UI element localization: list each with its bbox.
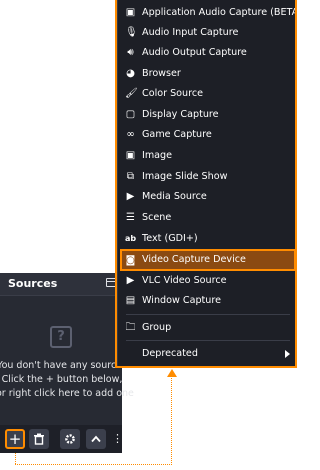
menu-item-image[interactable]: ▣ Image	[120, 146, 296, 166]
slideshow-icon: ⧉	[126, 171, 135, 182]
menu-item-label: Application Audio Capture (BETA)	[142, 7, 302, 18]
camera-icon: ◙	[125, 255, 136, 266]
empty-line: or right click here to add one	[0, 388, 134, 399]
menu-item-label: Audio Output Capture	[142, 47, 247, 58]
menu-item-window-capture[interactable]: ▤ Window Capture	[120, 291, 296, 311]
menu-item-audio-input-capture[interactable]: 🎙︎ Audio Input Capture	[120, 23, 296, 43]
chevron-up-icon	[91, 435, 101, 443]
menu-item-label: Media Source	[142, 191, 207, 202]
gear-icon	[65, 434, 75, 444]
submenu-arrow-icon	[285, 350, 290, 358]
connector-line	[15, 453, 16, 464]
arrow-up-icon	[167, 369, 177, 377]
more-options-button[interactable]: ⋮	[112, 429, 123, 449]
remove-source-button[interactable]	[29, 429, 49, 449]
image-icon: ▣	[125, 150, 136, 161]
gamepad-icon: ∞	[126, 129, 135, 140]
menu-separator	[126, 340, 290, 341]
menu-item-display-capture[interactable]: ▢ Display Capture	[120, 105, 296, 125]
menu-item-audio-output-capture[interactable]: 🔊︎ Audio Output Capture	[120, 43, 296, 63]
question-icon: ?	[50, 326, 72, 348]
dock-header: Sources	[0, 273, 122, 296]
menu-item-image-slide-show[interactable]: ⧉ Image Slide Show	[120, 167, 296, 187]
menu-item-color-source[interactable]: 🖌︎ Color Source	[120, 84, 296, 104]
empty-line: You don't have any sources	[0, 360, 127, 371]
menu-item-label: Deprecated	[142, 348, 198, 359]
app-audio-icon: ▣	[125, 7, 136, 18]
menu-item-label: Browser	[142, 68, 181, 79]
monitor-icon: ▢	[125, 109, 136, 120]
menu-item-label: Audio Input Capture	[142, 27, 239, 38]
list-icon: ☰	[126, 212, 135, 223]
menu-item-scene[interactable]: ☰ Scene	[120, 208, 296, 228]
source-properties-button[interactable]	[60, 429, 80, 449]
menu-item-video-capture-device[interactable]: ◙ Video Capture Device	[120, 249, 296, 271]
menu-item-label: Image Slide Show	[142, 171, 228, 182]
dock-title: Sources	[8, 277, 58, 290]
menu-item-vlc-video-source[interactable]: ▶ VLC Video Source	[120, 271, 296, 291]
empty-message: You don't have any sources Click the + b…	[0, 359, 134, 401]
add-source-button[interactable]: +	[5, 429, 25, 449]
menu-item-label: Game Capture	[142, 129, 212, 140]
menu-item-group[interactable]: 🗀 Group	[120, 318, 296, 338]
menu-item-label: Scene	[142, 212, 172, 223]
menu-item-media-source[interactable]: ▶ Media Source	[120, 187, 296, 207]
menu-item-label: Color Source	[142, 88, 204, 99]
menu-item-label: Window Capture	[142, 295, 222, 306]
play-icon: ▶	[126, 275, 135, 286]
text-icon: ab	[125, 234, 137, 243]
menu-item-deprecated[interactable]: Deprecated	[120, 344, 296, 364]
speaker-icon: 🔊︎	[127, 47, 134, 58]
brush-icon: 🖌︎	[125, 88, 138, 99]
empty-line: Click the + button below,	[1, 374, 123, 385]
menu-item-label: VLC Video Source	[142, 275, 227, 286]
window-icon: ▤	[125, 295, 136, 306]
undock-icon[interactable]	[106, 278, 116, 287]
menu-item-label: Group	[142, 322, 172, 333]
menu-item-label: Video Capture Device	[142, 254, 246, 265]
menu-item-game-capture[interactable]: ∞ Game Capture	[120, 125, 296, 145]
sources-toolbar: + ⋮	[0, 425, 123, 453]
folder-icon: 🗀	[125, 322, 136, 333]
connector-line	[15, 464, 172, 465]
menu-separator	[126, 314, 290, 315]
menu-item-text-gdi[interactable]: ab Text (GDI+)	[120, 229, 296, 249]
trash-icon	[34, 433, 44, 445]
globe-icon: ◕	[126, 68, 135, 79]
sources-dock[interactable]: Sources ? You don't have any sources Cli…	[0, 273, 134, 453]
microphone-icon: 🎙︎	[125, 27, 138, 38]
menu-item-label: Text (GDI+)	[142, 233, 198, 244]
play-icon: ▶	[126, 191, 135, 202]
add-source-menu: ▣ Application Audio Capture (BETA) 🎙︎ Au…	[117, 0, 302, 366]
move-source-up-button[interactable]	[86, 429, 106, 449]
menu-item-browser[interactable]: ◕ Browser	[120, 64, 296, 84]
menu-item-label: Image	[142, 150, 173, 161]
menu-item-application-audio-capture[interactable]: ▣ Application Audio Capture (BETA)	[120, 3, 302, 23]
menu-item-label: Display Capture	[142, 109, 219, 120]
connector-line	[171, 378, 172, 465]
